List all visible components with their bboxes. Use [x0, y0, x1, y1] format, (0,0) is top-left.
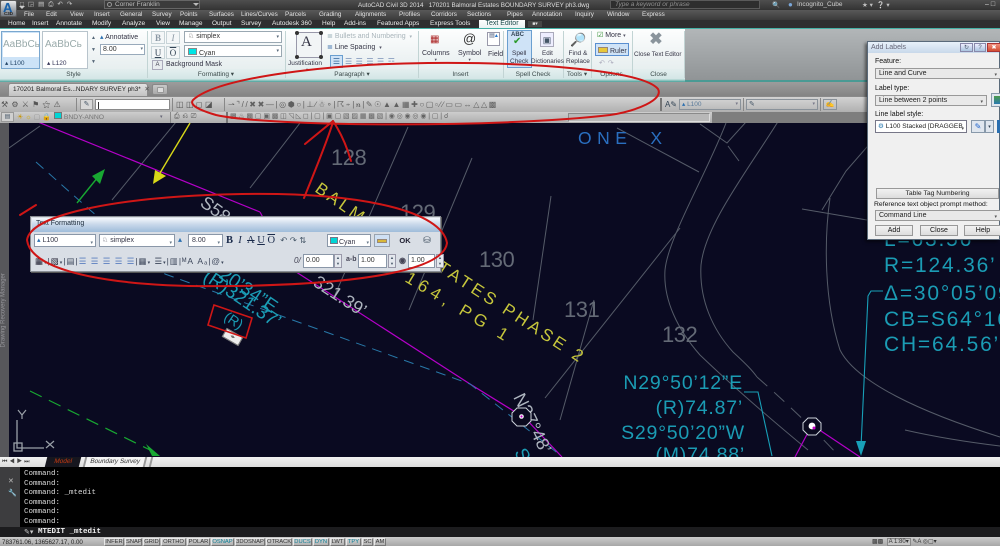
svg-text:R=124.36’: R=124.36’ [884, 254, 997, 277]
svg-text:131: 131 [564, 297, 599, 322]
svg-text:S29°50’20”W: S29°50’20”W [621, 422, 745, 444]
svg-text:132: 132 [662, 322, 697, 347]
svg-text:321.39’: 321.39’ [310, 272, 370, 321]
svg-text:N29°50’12”E: N29°50’12”E [623, 372, 743, 394]
svg-text:130: 130 [479, 247, 514, 272]
svg-text:(R)74.87’: (R)74.87’ [656, 397, 743, 419]
svg-text:CH=64.56’: CH=64.56’ [884, 333, 1000, 356]
svg-text:CB=S64°16: CB=S64°16 [884, 308, 1000, 331]
svg-text:ONE X: ONE X [578, 128, 668, 148]
svg-text:(M)74.88’: (M)74.88’ [655, 444, 745, 457]
svg-text:Δ=30°05’09: Δ=30°05’09 [884, 282, 1000, 305]
svg-text:128: 128 [331, 145, 366, 170]
